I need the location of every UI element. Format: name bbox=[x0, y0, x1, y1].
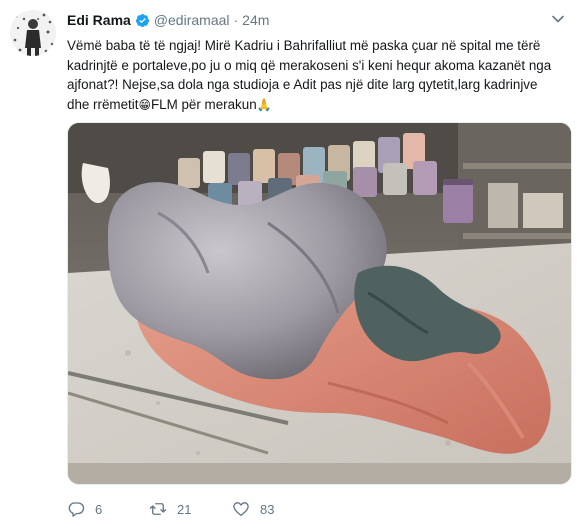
author-handle[interactable]: @ediramaal bbox=[154, 12, 230, 28]
like-button[interactable]: 83 bbox=[232, 500, 274, 518]
verified-badge-icon bbox=[135, 13, 149, 27]
retweet-count: 21 bbox=[177, 501, 192, 517]
chevron-down-icon[interactable] bbox=[551, 12, 565, 26]
tweet-timestamp[interactable]: 24m bbox=[242, 12, 269, 28]
praying-hands-emoji-icon: 🙏 bbox=[256, 97, 272, 112]
tweet-text-line: Vëmë baba të të ngjaj! Mirë Kadriu i Bah… bbox=[67, 38, 541, 53]
tweet-text-fragment: FLM për merakun bbox=[150, 96, 257, 112]
retweet-icon bbox=[149, 503, 167, 515]
sculpture-photo-illustration bbox=[68, 123, 571, 484]
reply-icon bbox=[68, 502, 85, 517]
retweet-button[interactable]: 21 bbox=[149, 500, 191, 518]
tweet-text: Vëmë baba të të ngjaj! Mirë Kadriu i Bah… bbox=[67, 36, 567, 115]
separator-dot: · bbox=[233, 12, 239, 28]
tweet-text-line: ajfonat?! Nejse,sa dola nga studioja e A… bbox=[67, 77, 538, 92]
tweet-text-line: kadrinjtë e portaleve,po ju o miq që mer… bbox=[67, 57, 552, 73]
author-name[interactable]: Edi Rama bbox=[67, 12, 131, 28]
tweet-actions: 6 21 83 bbox=[67, 500, 547, 522]
tweet-card: Edi Rama @ediramaal · 24m Vëmë baba të t… bbox=[0, 0, 577, 531]
tweet-photo[interactable] bbox=[67, 122, 572, 485]
tweet-text-fragment: dhe rrëmetit bbox=[67, 96, 139, 112]
like-count: 83 bbox=[260, 501, 275, 517]
tweet-header: Edi Rama @ediramaal · 24m bbox=[67, 10, 269, 30]
avatar-image bbox=[10, 10, 56, 56]
grinning-emoji-icon: 😁 bbox=[138, 97, 151, 112]
reply-button[interactable]: 6 bbox=[67, 500, 102, 518]
avatar[interactable] bbox=[10, 10, 56, 56]
reply-count: 6 bbox=[95, 501, 103, 517]
heart-icon bbox=[233, 502, 249, 517]
tweet-text-line: dhe rrëmetit😁FLM për merakun🙏 bbox=[67, 95, 567, 116]
